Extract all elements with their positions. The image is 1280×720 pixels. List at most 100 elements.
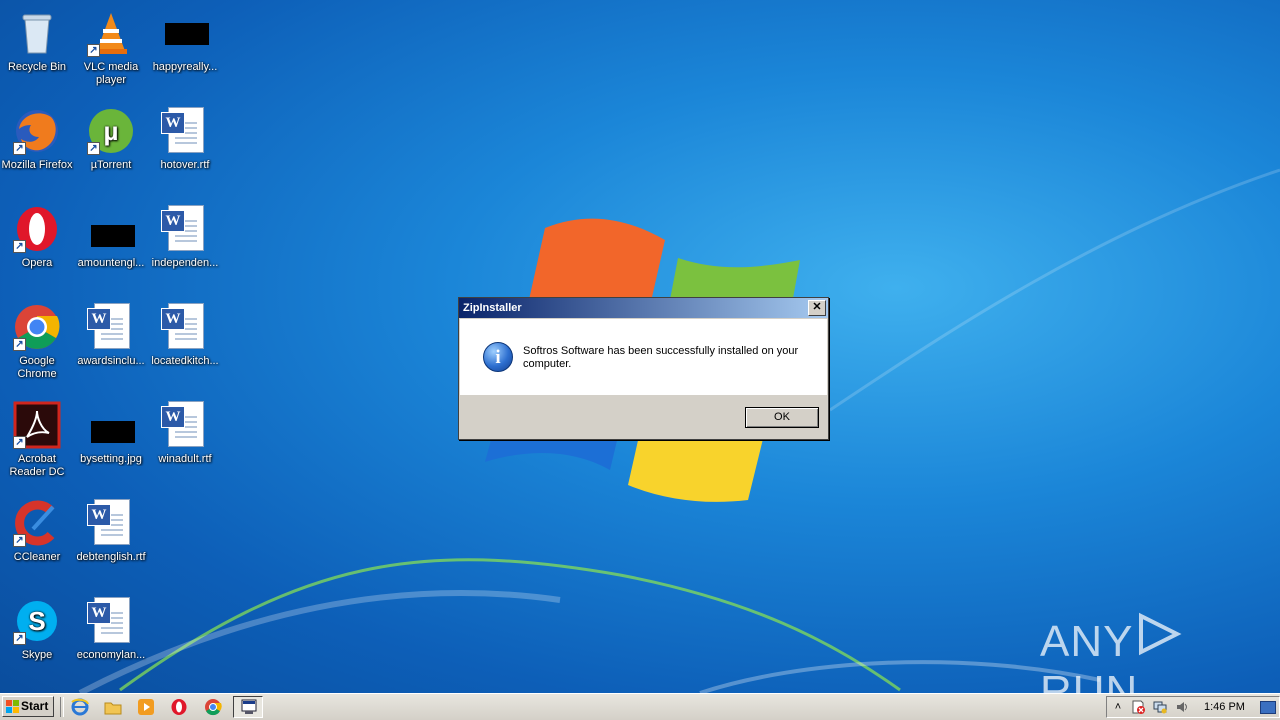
icon-label: Skype [21, 649, 53, 661]
opera-icon: ↗ [13, 205, 61, 253]
icon-label: Acrobat Reader DC [9, 453, 65, 478]
word-document-icon: W [87, 499, 135, 547]
desktop-icon-economylan[interactable]: W economylan... [74, 592, 148, 682]
icon-label: happyreally... [152, 61, 218, 73]
taskbar-separator [60, 697, 64, 717]
volume-icon[interactable] [1175, 700, 1189, 714]
icon-label: CCleaner [13, 551, 61, 563]
desktop-icon-awardsinclu[interactable]: W awardsinclu... [74, 298, 148, 388]
icon-label: hotover.rtf [160, 159, 210, 171]
close-button[interactable]: ✕ [808, 300, 826, 316]
shortcut-arrow-icon: ↗ [13, 436, 26, 449]
icon-label: economylan... [76, 649, 146, 661]
icon-label: locatedkitch... [151, 355, 219, 367]
shortcut-arrow-icon: ↗ [13, 240, 26, 253]
icon-label: Mozilla Firefox [1, 159, 73, 171]
desktop-icon-independen[interactable]: W independen... [148, 200, 222, 290]
desktop-icon-bysetting[interactable]: bysetting.jpg [74, 396, 148, 486]
utorrent-icon: µ ↗ [87, 107, 135, 155]
watermark-left-text: ANY [1040, 617, 1134, 666]
desktop: Recycle Bin ↗ VLC media player happyreal… [0, 0, 1280, 693]
media-player-icon[interactable] [137, 698, 155, 716]
skype-icon: S ↗ [13, 597, 61, 645]
opera-taskbar-icon[interactable] [170, 698, 188, 716]
shortcut-arrow-icon: ↗ [13, 632, 26, 645]
icon-label: awardsinclu... [77, 355, 145, 367]
image-thumbnail-icon [161, 9, 209, 57]
shortcut-arrow-icon: ↗ [13, 142, 26, 155]
icon-label: Opera [21, 257, 53, 269]
firefox-icon: ↗ [13, 107, 61, 155]
word-document-icon: W [161, 303, 209, 351]
desktop-icon-locatedkitch[interactable]: W locatedkitch... [148, 298, 222, 388]
system-tray: ˄ 1:46 PM [1106, 696, 1280, 718]
icon-label: independen... [151, 257, 219, 269]
desktop-icon-firefox[interactable]: ↗ Mozilla Firefox [0, 102, 74, 192]
close-icon: ✕ [812, 301, 822, 313]
chrome-taskbar-icon[interactable] [204, 698, 222, 716]
internet-explorer-icon[interactable] [71, 698, 89, 716]
desktop-icon-acrobat[interactable]: ↗ Acrobat Reader DC [0, 396, 74, 486]
chrome-icon: ↗ [13, 303, 61, 351]
dialog-message: Softros Software has been successfully i… [523, 345, 799, 370]
svg-text:µ: µ [104, 116, 119, 146]
desktop-icon-recycle-bin[interactable]: Recycle Bin [0, 4, 74, 94]
shortcut-arrow-icon: ↗ [13, 534, 26, 547]
word-document-icon: W [161, 205, 209, 253]
ccleaner-icon: ↗ [13, 499, 61, 547]
explorer-folder-icon[interactable] [104, 698, 122, 716]
shortcut-arrow-icon: ↗ [87, 44, 100, 57]
windows-flag-icon [6, 700, 19, 713]
desktop-icon-happyreally[interactable]: happyreally... [148, 4, 222, 94]
icon-label: µTorrent [90, 159, 132, 171]
image-thumbnail-icon [87, 401, 135, 449]
word-document-icon: W [161, 401, 209, 449]
word-document-icon: W [87, 303, 135, 351]
desktop-icon-skype[interactable]: S ↗ Skype [0, 592, 74, 682]
acrobat-icon: ↗ [13, 401, 61, 449]
installer-app-icon [241, 699, 257, 714]
taskbar: Start ˄ 1:46 PM [0, 693, 1280, 720]
desktop-icon-debtenglish[interactable]: W debtenglish.rtf [74, 494, 148, 584]
start-button[interactable]: Start [2, 696, 54, 717]
desktop-icon-vlc[interactable]: ↗ VLC media player [74, 4, 148, 94]
icon-label: Google Chrome [17, 355, 57, 380]
ok-button[interactable]: OK [745, 407, 819, 428]
icon-label: winadult.rtf [158, 453, 212, 465]
dialog-title: ZipInstaller [463, 302, 522, 314]
vlc-icon: ↗ [87, 9, 135, 57]
shortcut-arrow-icon: ↗ [13, 338, 26, 351]
network-icon[interactable] [1153, 700, 1167, 714]
shortcut-arrow-icon: ↗ [87, 142, 100, 155]
start-label: Start [21, 699, 49, 713]
svg-text:S: S [28, 606, 45, 636]
icon-label: bysetting.jpg [80, 453, 142, 465]
anyrun-watermark: ANYRUN [1040, 612, 1280, 693]
play-icon [1133, 612, 1185, 667]
dialog-body: i Softros Software has been successfully… [460, 319, 827, 395]
desktop-icon-ccleaner[interactable]: ↗ CCleaner [0, 494, 74, 584]
desktop-icon-amountengl[interactable]: amountengl... [74, 200, 148, 290]
taskbar-button-zipinstaller[interactable] [233, 696, 263, 718]
desktop-icon-winadult[interactable]: W winadult.rtf [148, 396, 222, 486]
desktop-icon-opera[interactable]: ↗ Opera [0, 200, 74, 290]
icon-label: VLC media player [83, 61, 139, 86]
info-icon: i [483, 342, 513, 372]
zipinstaller-dialog: ZipInstaller ✕ i Softros Software has be… [458, 297, 829, 440]
word-document-icon: W [87, 597, 135, 645]
icon-label: amountengl... [77, 257, 145, 269]
desktop-icon-hotover[interactable]: W hotover.rtf [148, 102, 222, 192]
recycle-bin-icon [13, 9, 61, 57]
watermark-right-text: RUN [1040, 667, 1139, 693]
desktop-icon-utorrent[interactable]: µ ↗ µTorrent [74, 102, 148, 192]
icon-label: Recycle Bin [7, 61, 67, 73]
clock[interactable]: 1:46 PM [1204, 700, 1245, 714]
image-thumbnail-icon [87, 205, 135, 253]
show-hidden-icons-chevron[interactable]: ˄ [1111, 700, 1125, 714]
icon-label: debtenglish.rtf [76, 551, 146, 563]
word-document-icon: W [161, 107, 209, 155]
action-center-icon[interactable] [1131, 700, 1145, 714]
dialog-titlebar[interactable]: ZipInstaller ✕ [459, 298, 828, 318]
show-desktop-button[interactable] [1260, 701, 1276, 714]
desktop-icon-chrome[interactable]: ↗ Google Chrome [0, 298, 74, 388]
